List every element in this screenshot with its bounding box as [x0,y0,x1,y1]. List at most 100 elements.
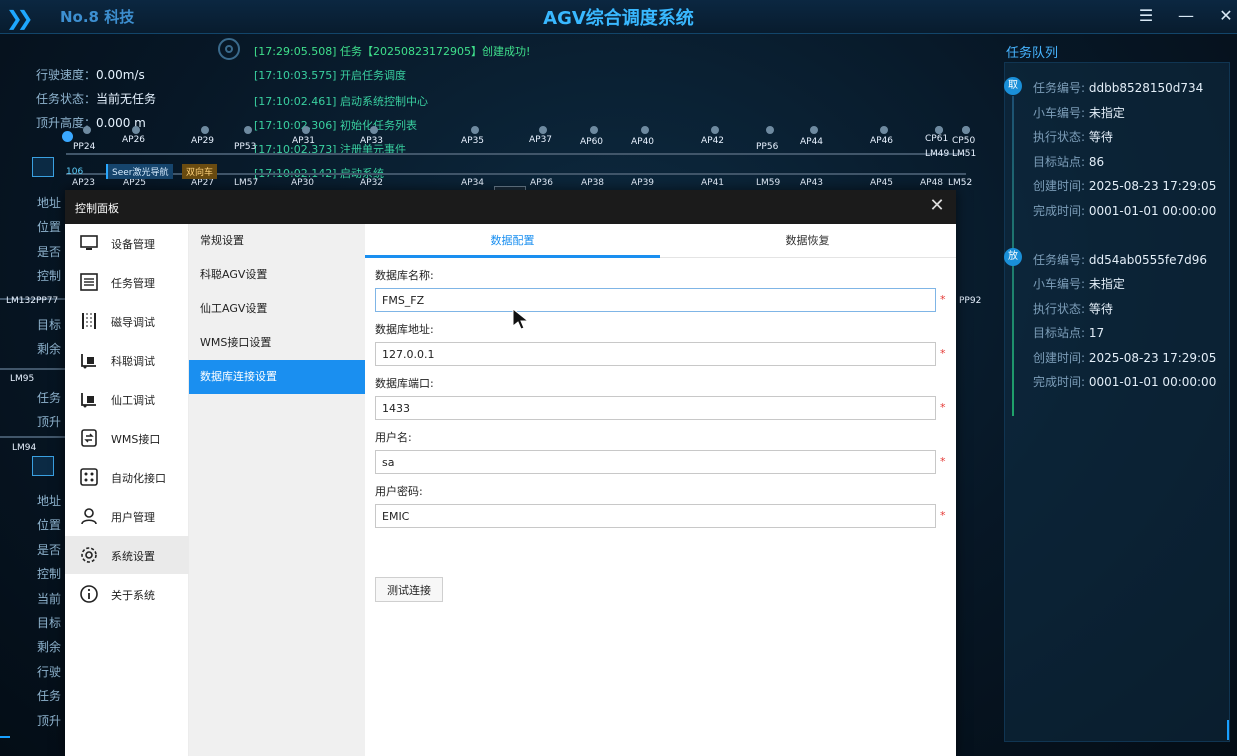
vehicle-field-label: 任务 [37,391,62,405]
map-node-dot[interactable] [766,126,774,134]
map-node-label: AP25 [123,178,147,188]
map-node-dot[interactable] [302,126,310,134]
task-id: 任务编号: ddbb8528150d734 [1033,81,1204,95]
nav-device-management[interactable]: 设备管理 [65,224,189,262]
vehicle-field-label: 位置 [37,220,62,234]
agv-icon[interactable] [32,456,54,476]
map-node-label: AP60 [580,137,604,147]
nav-user-management[interactable]: 用户管理 [65,497,189,535]
password-input[interactable] [375,504,936,528]
map-node-label: AP41 [701,178,725,188]
map-node-dot[interactable] [370,126,378,134]
map-node-dot[interactable] [935,126,943,134]
task-list-icon [80,273,98,291]
subnav-database-settings[interactable]: 数据库连接设置 [189,360,365,394]
username-input[interactable] [375,450,936,474]
map-node-label: AP30 [291,178,315,188]
forklift-icon [81,354,96,369]
close-icon[interactable]: ✕ [926,195,948,217]
map-node-label: AP42 [701,136,725,146]
task-done: 完成时间: 0001-01-01 00:00:00 [1033,375,1217,389]
nav-label: 自动化接口 [111,472,166,485]
minimize-icon[interactable]: — [1174,6,1198,26]
place-badge: 放 [1004,248,1022,266]
nav-wms-interface[interactable]: WMS接口 [65,419,189,457]
db-address-input[interactable] [375,342,936,366]
title-bar: ❯❯ No.8 科技 AGV综合调度系统 ☰ — ✕ [0,0,1237,34]
map-node-dot[interactable] [83,126,91,134]
nav-label: 科聪调试 [111,355,155,368]
dialog-title: 控制面板 [75,202,119,215]
map-node-dot[interactable] [641,126,649,134]
map-node-label: AP27 [191,178,215,188]
vehicle-field-label: 控制 [37,269,62,283]
tab-bar: 数据配置 数据恢复 [365,224,956,258]
map-node-dot[interactable] [880,126,888,134]
map-node-dot[interactable] [244,126,252,134]
tab-data-restore[interactable]: 数据恢复 [660,224,955,258]
map-node-label: AP40 [631,137,655,147]
database-settings-content: 数据配置 数据恢复 数据库名称: * 数据库地址: * 数据库端口: * 用户名… [365,224,956,756]
forklift-icon [81,393,96,408]
nav-about-system[interactable]: 关于系统 [65,575,189,613]
nav-task-management[interactable]: 任务管理 [65,263,189,301]
map-node-label: AP26 [122,135,146,145]
agv-position-dot[interactable] [62,131,73,142]
subnav-general-settings[interactable]: 常规设置 [189,224,365,258]
subnav-kecong-agv-settings[interactable]: 科聪AGV设置 [189,258,365,292]
map-node-label: LM49 [925,149,950,159]
info-icon [80,585,98,603]
task-state: 执行状态: 等待 [1033,302,1113,316]
db-port-input[interactable] [375,396,936,420]
log-line: [17:10:02.461] 启动系统控制中心 [254,95,428,108]
required-mark: * [940,401,946,414]
test-connection-button[interactable]: 测试连接 [375,577,443,602]
nav-label: 系统设置 [111,550,155,563]
control-panel-dialog: 控制面板 ✕ 设备管理 任务管理 磁导调试 科聪调试 仙工调试 WMS接口 自动… [65,190,956,756]
menu-icon[interactable]: ☰ [1134,6,1158,26]
nav-kecong-debug[interactable]: 科聪调试 [65,341,189,379]
map-node-dot[interactable] [810,126,818,134]
nav-xiangong-debug[interactable]: 仙工调试 [65,380,189,418]
main-nav: 设备管理 任务管理 磁导调试 科聪调试 仙工调试 WMS接口 自动化接口 用户管… [65,224,189,756]
vehicle-field-label: 目标 [37,616,62,630]
nav-label: 关于系统 [111,589,155,602]
map-node-dot[interactable] [590,126,598,134]
map-node-dot[interactable] [132,126,140,134]
task-target: 目标站点: 86 [1033,155,1105,169]
task-id: 任务编号: dd54ab0555fe7d96 [1033,253,1208,267]
nav-automation-interface[interactable]: 自动化接口 [65,458,189,496]
map-node-label: AP33 [360,136,384,146]
frame-accent [0,736,10,738]
nav-label: 任务管理 [111,277,155,290]
map-node-dot[interactable] [201,126,209,134]
queue-title: 任务队列 [1006,46,1059,61]
vehicle-field-label: 剩余 [37,640,62,654]
log-line: [17:10:03.575] 开启任务调度 [254,69,406,82]
map-node-dot[interactable] [962,126,970,134]
username-label: 用户名: [375,431,412,444]
map-node-dot[interactable] [471,126,479,134]
radar-icon [218,38,240,60]
map-node-label: AP48 [920,178,944,188]
subnav-wms-settings[interactable]: WMS接口设置 [189,326,365,360]
db-name-input[interactable] [375,288,936,312]
subnav-xiangong-agv-settings[interactable]: 仙工AGV设置 [189,292,365,326]
dialog-header: 控制面板 ✕ [65,190,956,224]
tab-data-config[interactable]: 数据配置 [365,224,660,258]
vehicle-field-label: 地址 [37,196,62,210]
nav-system-settings[interactable]: 系统设置 [65,536,189,574]
vehicle-field-label: 目标 [37,318,62,332]
task-target: 目标站点: 17 [1033,326,1105,340]
map-node-dot[interactable] [711,126,719,134]
required-mark: * [940,293,946,306]
map-node-label: LM59 [756,178,781,188]
vehicle-field-label: 任务 [37,689,62,703]
map-node-dot[interactable] [539,126,547,134]
close-window-icon[interactable]: ✕ [1214,6,1237,26]
nav-magnetic-debug[interactable]: 磁导调试 [65,302,189,340]
vehicle-field-label: 地址 [37,494,62,508]
agv-icon[interactable] [32,157,54,177]
direction-tag: 双向车 [182,164,218,179]
map-node-label: AP34 [461,178,485,188]
